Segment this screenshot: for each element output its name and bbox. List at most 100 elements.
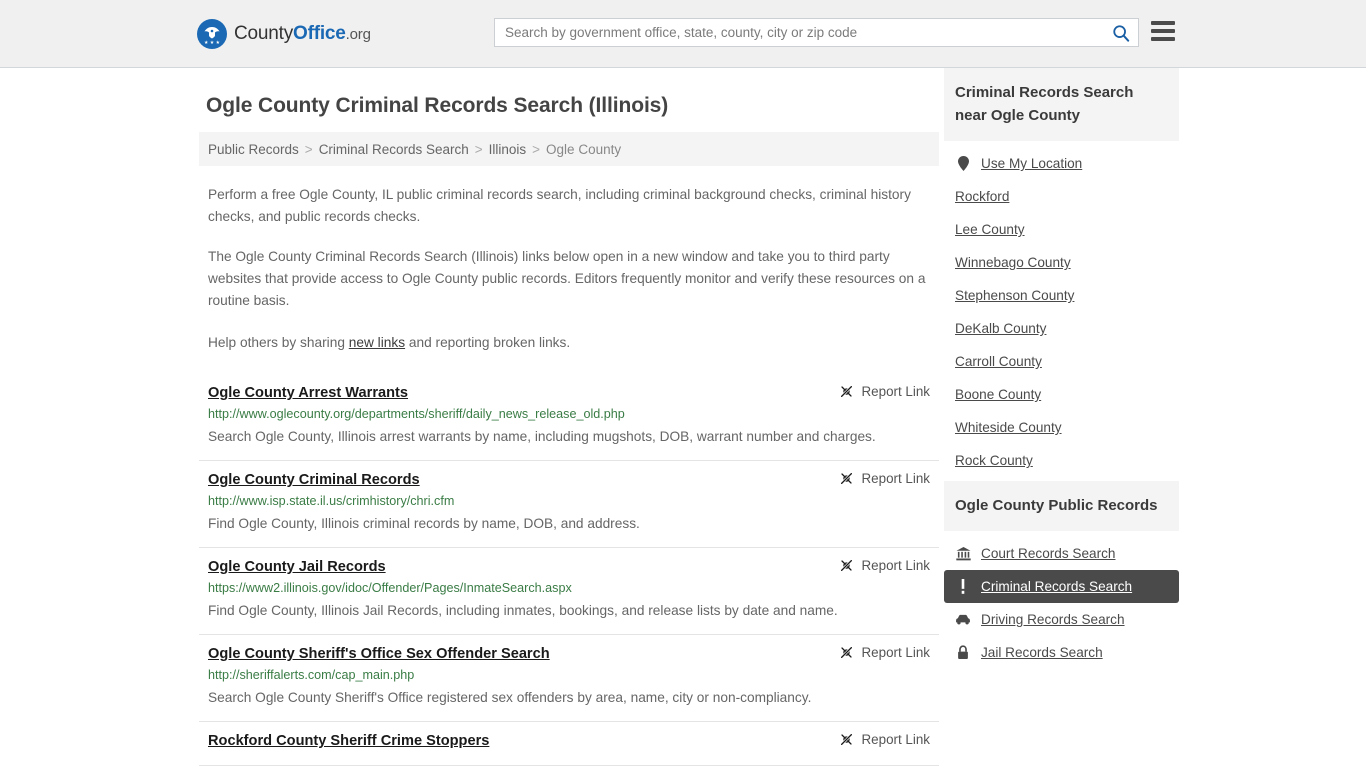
sidebar-item-label: Lee County [955, 222, 1025, 237]
sidebar-item-boone-county[interactable]: Boone County [944, 378, 1179, 411]
report-link-button[interactable]: Report Link [839, 644, 930, 660]
breadcrumb-separator: > [532, 141, 541, 157]
sidebar-item-carroll-county[interactable]: Carroll County [944, 345, 1179, 378]
sidebar-item-rock-county[interactable]: Rock County [944, 444, 1179, 477]
sidebar-item-label: Court Records Search [981, 546, 1116, 561]
sidebar-item-label: Rockford [955, 189, 1010, 204]
sidebar-item-criminal-records-search[interactable]: Criminal Records Search [944, 570, 1179, 603]
sidebar-nearby-list: Use My Location Rockford Lee County Winn… [944, 141, 1179, 477]
sidebar-item-label: Whiteside County [955, 420, 1062, 435]
sidebar-item-label: Driving Records Search [981, 612, 1125, 627]
sidebar-public-records-list: Court Records Search Criminal Records Se… [944, 531, 1179, 669]
breadcrumb-separator: > [304, 141, 313, 157]
car-icon [955, 614, 971, 625]
record-link-url: http://www.isp.state.il.us/crimhistory/c… [208, 494, 455, 508]
intro-text: Perform a free Ogle County, IL public cr… [199, 184, 939, 354]
breadcrumb-item-ogle-county: Ogle County [546, 141, 622, 157]
list-item: Ogle County Jail Records Report Link htt… [199, 548, 939, 635]
report-link-button[interactable]: Report Link [839, 383, 930, 399]
report-link-label: Report Link [861, 471, 930, 486]
sidebar: Criminal Records Search near Ogle County… [944, 68, 1179, 766]
record-link-title[interactable]: Ogle County Jail Records [208, 557, 386, 577]
record-link-title[interactable]: Rockford County Sheriff Crime Stoppers [208, 731, 489, 751]
record-link-description: Search Ogle County Sheriff's Office regi… [208, 690, 812, 705]
record-link-description: Find Ogle County, Illinois Jail Records,… [208, 603, 838, 618]
breadcrumb-item-illinois[interactable]: Illinois [489, 142, 527, 157]
map-pin-icon [955, 156, 971, 171]
record-link-title[interactable]: Ogle County Arrest Warrants [208, 383, 408, 403]
record-link-title[interactable]: Ogle County Sheriff's Office Sex Offende… [208, 644, 550, 664]
sidebar-item-label: Stephenson County [955, 288, 1075, 303]
eagle-shield-logo-icon [197, 18, 227, 49]
lock-icon [955, 645, 971, 660]
hamburger-bar [1151, 29, 1175, 33]
broken-link-icon [840, 559, 852, 572]
sidebar-item-court-records-search[interactable]: Court Records Search [944, 537, 1179, 570]
list-item: Ogle County Sheriff's Office Sex Offende… [199, 635, 939, 722]
intro-p3-before: Help others by sharing [208, 335, 349, 350]
records-link-list: Ogle County Arrest Warrants Report Link … [199, 374, 939, 766]
site-logo[interactable]: CountyOffice.org [197, 18, 371, 49]
hamburger-menu-icon[interactable] [1151, 21, 1175, 41]
sidebar-item-whiteside-county[interactable]: Whiteside County [944, 411, 1179, 444]
page-body: Ogle County Criminal Records Search (Ill… [0, 68, 1366, 766]
sidebar-item-label: Boone County [955, 387, 1042, 402]
sidebar-item-label: Criminal Records Search [981, 579, 1133, 594]
intro-p3-after: and reporting broken links. [405, 335, 571, 350]
intro-paragraph-2: The Ogle County Criminal Records Search … [208, 249, 926, 308]
search-bar [494, 18, 1139, 47]
sidebar-item-jail-records-search[interactable]: Jail Records Search [944, 636, 1179, 669]
hamburger-bar [1151, 21, 1175, 25]
record-link-url: http://www.oglecounty.org/departments/sh… [208, 407, 625, 421]
broken-link-icon [840, 472, 852, 485]
logo-text-county: County [234, 22, 294, 44]
search-icon [1113, 24, 1130, 42]
sidebar-item-label: Carroll County [955, 354, 1042, 369]
intro-paragraph-1: Perform a free Ogle County, IL public cr… [208, 187, 911, 224]
record-link-title[interactable]: Ogle County Criminal Records [208, 470, 420, 490]
sidebar-section-public-records: Ogle County Public Records Court Records… [944, 481, 1179, 669]
sidebar-item-winnebago-county[interactable]: Winnebago County [944, 246, 1179, 279]
record-link-url: https://www2.illinois.gov/idoc/Offender/… [208, 581, 572, 595]
intro-paragraph-3: Help others by sharing new links and rep… [208, 332, 930, 354]
broken-link-icon [840, 646, 852, 659]
logo-text-org: .org [345, 25, 371, 43]
hamburger-bar [1151, 37, 1175, 41]
courthouse-icon [955, 546, 971, 561]
report-link-button[interactable]: Report Link [839, 470, 930, 486]
report-link-label: Report Link [861, 732, 930, 747]
sidebar-section-nearby: Criminal Records Search near Ogle County… [944, 68, 1179, 477]
report-link-label: Report Link [861, 384, 930, 399]
broken-link-icon [840, 385, 852, 398]
report-link-label: Report Link [861, 558, 930, 573]
list-item: Ogle County Criminal Records Report Link [199, 461, 939, 548]
main-content: Ogle County Criminal Records Search (Ill… [199, 68, 939, 766]
site-header: CountyOffice.org [0, 0, 1366, 68]
logo-text-office: Office [293, 22, 346, 44]
breadcrumb-separator: > [474, 141, 483, 157]
logo-wordmark: CountyOffice.org [234, 23, 371, 45]
report-link-label: Report Link [861, 645, 930, 660]
sidebar-item-dekalb-county[interactable]: DeKalb County [944, 312, 1179, 345]
sidebar-item-rockford[interactable]: Rockford [944, 180, 1179, 213]
report-link-button[interactable]: Report Link [839, 731, 930, 747]
sidebar-item-driving-records-search[interactable]: Driving Records Search [944, 603, 1179, 636]
record-link-description: Find Ogle County, Illinois criminal reco… [208, 516, 640, 531]
sidebar-item-label: Winnebago County [955, 255, 1071, 270]
sidebar-item-stephenson-county[interactable]: Stephenson County [944, 279, 1179, 312]
record-link-description: Search Ogle County, Illinois arrest warr… [208, 429, 876, 444]
sidebar-item-label: Rock County [955, 453, 1033, 468]
broken-link-icon [840, 733, 852, 746]
report-link-button[interactable]: Report Link [839, 557, 930, 573]
sidebar-item-label: Jail Records Search [981, 645, 1103, 660]
breadcrumb: Public Records > Criminal Records Search… [199, 132, 939, 166]
list-item: Ogle County Arrest Warrants Report Link … [199, 374, 939, 461]
search-input[interactable] [495, 19, 1104, 46]
sidebar-item-lee-county[interactable]: Lee County [944, 213, 1179, 246]
new-links-link[interactable]: new links [349, 335, 405, 350]
breadcrumb-item-criminal-records-search[interactable]: Criminal Records Search [319, 142, 469, 157]
sidebar-item-use-my-location[interactable]: Use My Location [944, 147, 1179, 180]
sidebar-heading-public-records: Ogle County Public Records [944, 481, 1179, 531]
breadcrumb-item-public-records[interactable]: Public Records [208, 142, 299, 157]
search-button[interactable] [1104, 19, 1138, 46]
